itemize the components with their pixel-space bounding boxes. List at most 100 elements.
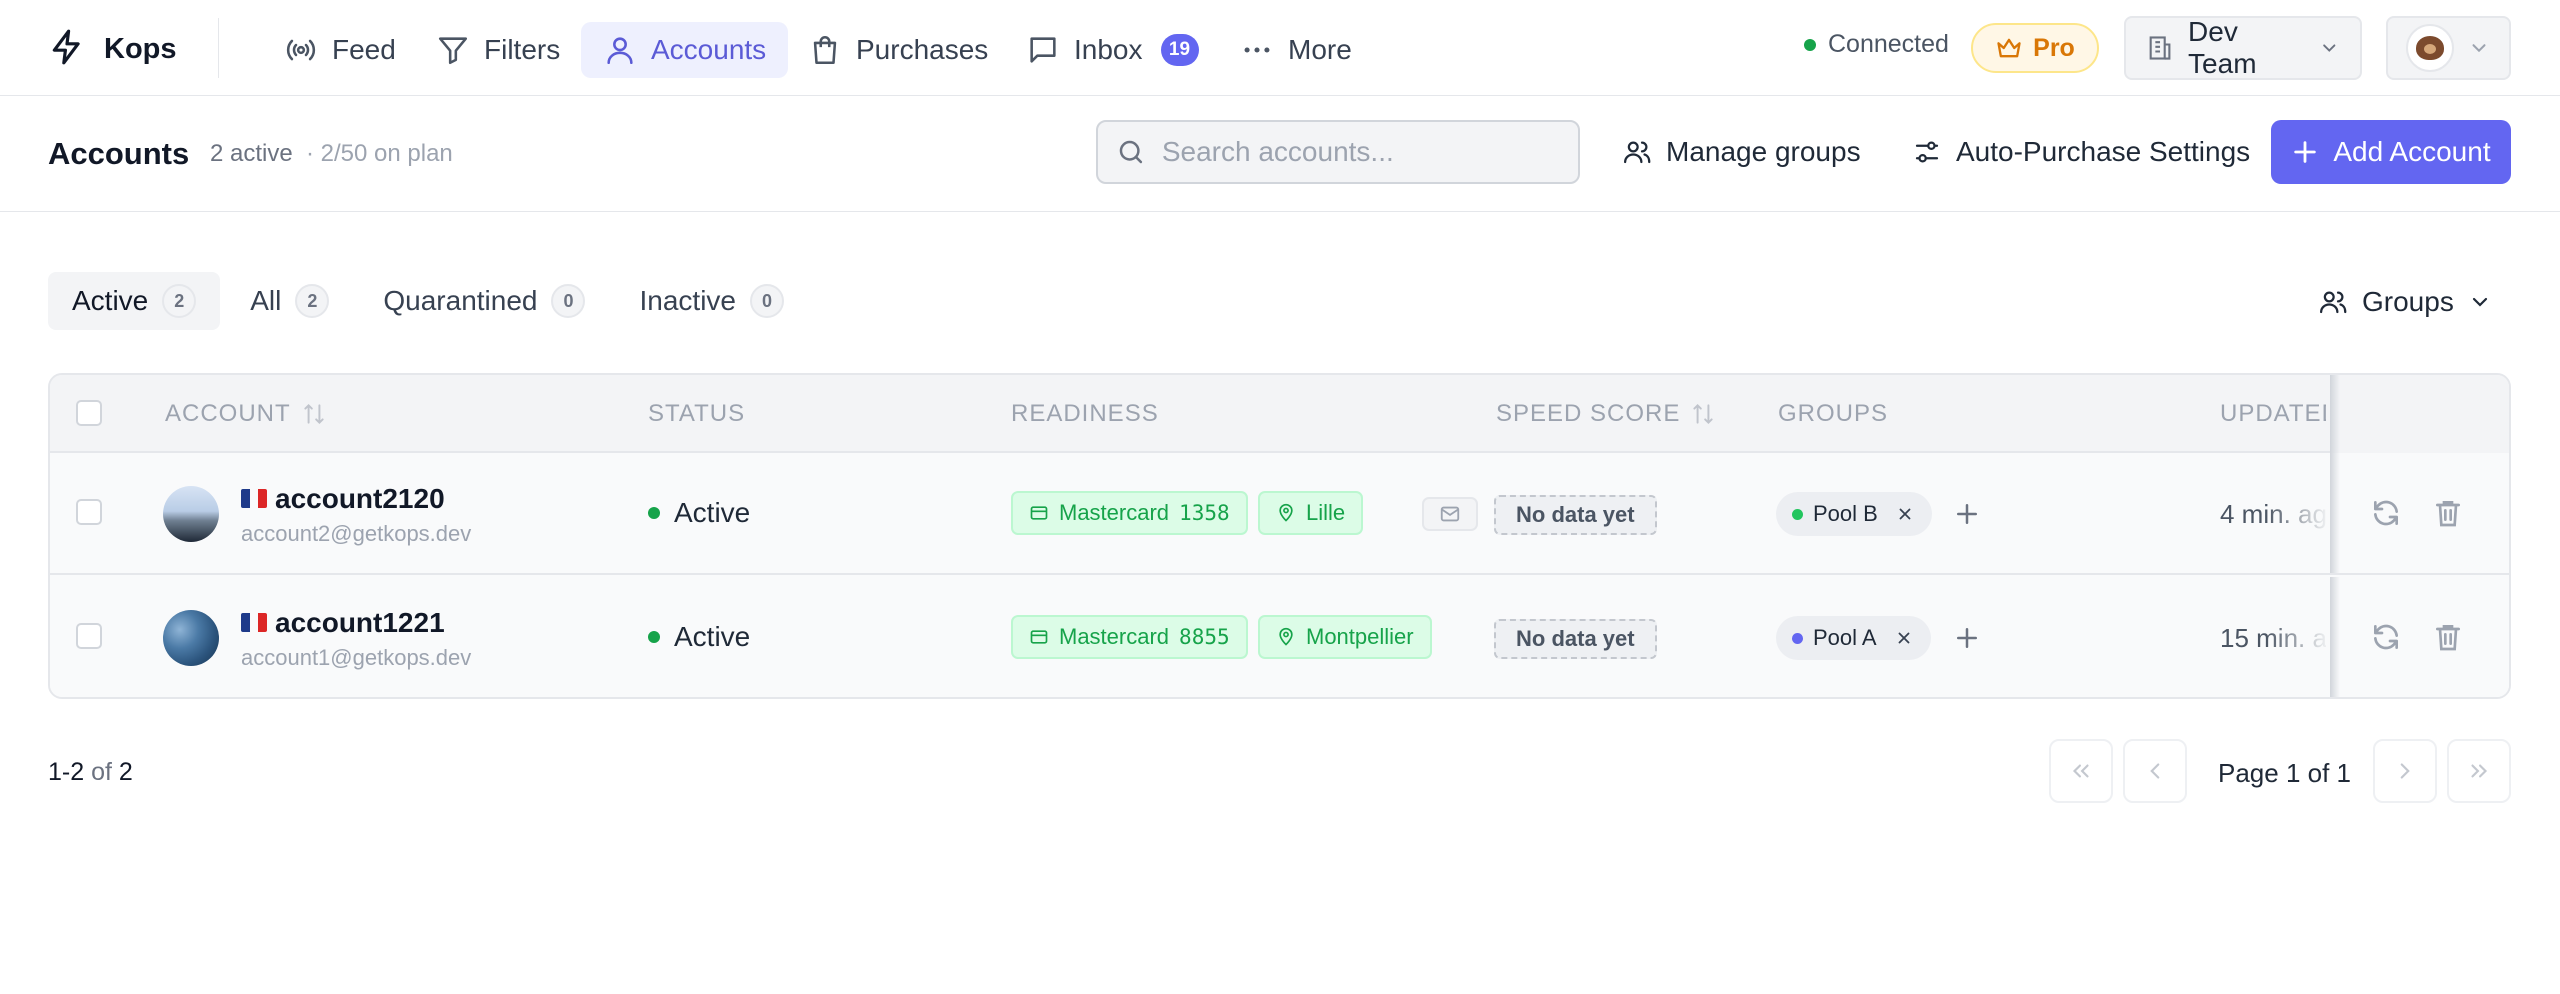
add-account-button[interactable]: Add Account [2271,120,2511,184]
add-group-icon[interactable] [1952,499,1982,529]
status-label: Active [674,621,751,652]
row-checkbox[interactable] [76,623,102,649]
group-label: Pool A [1813,625,1877,650]
users-icon [1624,141,1651,164]
sliders-icon [1915,141,1939,163]
account-name[interactable]: account2120 [275,483,445,515]
close-icon[interactable] [1896,505,1914,523]
refresh-icon[interactable] [2370,497,2402,529]
location-chip[interactable]: Lille [1258,491,1364,535]
previous-page-button[interactable] [2123,739,2187,803]
location-chip[interactable]: Montpellier [1258,615,1432,659]
nav-item-accounts[interactable]: Accounts [581,22,789,78]
auto-purchase-settings-button[interactable]: Auto-Purchase Settings [1912,120,2250,184]
tab-count-badge: 2 [295,284,330,318]
page-indicator: Page 1 of 1 [2218,758,2351,788]
tab-all[interactable]: All 2 [226,272,353,330]
column-header-updated: UPDATED [2220,375,2326,453]
nav-item-label: Filters [484,34,561,65]
email-chip[interactable] [1422,497,1478,531]
nav-item-label: Feed [332,34,396,65]
account-name[interactable]: account1221 [275,607,445,639]
column-label: GROUPS [1778,400,1889,427]
chevron-left-icon [2150,763,2160,779]
avatar [2406,24,2454,72]
next-page-button[interactable] [2373,739,2437,803]
active-count: 2 active [210,140,293,167]
group-tag[interactable]: Pool A [1776,616,1931,660]
overflow-fade [2266,617,2330,657]
table-row[interactable]: account2120 account2@getkops.dev Active … [50,453,2509,575]
refresh-icon[interactable] [2370,621,2402,653]
column-header-account[interactable]: ACCOUNT [165,375,327,453]
nav-item-purchases[interactable]: Purchases [786,22,1010,78]
row-actions [2330,453,2509,573]
map-pin-icon [1279,503,1293,522]
pro-badge[interactable]: Pro [1971,23,2099,73]
status-label: Active [674,497,751,528]
column-header-speed-score[interactable]: SPEED SCORE [1496,375,1716,453]
groups-filter-dropdown[interactable]: Groups [2318,280,2492,324]
status-tabs: Active 2 All 2 Quarantined 0 Inactive 0 [48,272,814,330]
row-checkbox[interactable] [76,499,102,525]
overflow-fade [2266,493,2330,533]
card-chip[interactable]: Mastercard 8855 [1011,615,1248,659]
search-input[interactable] [1161,136,1560,168]
group-tag[interactable]: Pool B [1776,492,1932,536]
search-box[interactable] [1096,120,1580,184]
nav-item-label: More [1288,34,1352,65]
credit-card-icon [1030,506,1048,520]
first-page-button[interactable] [2049,739,2113,803]
app-name: Kops [104,33,177,65]
page-header: Accounts 2 active · 2/50 on plan Manage … [0,96,2560,212]
funnel-icon [438,37,468,65]
tab-count-badge: 0 [551,284,586,318]
account-avatar [163,486,219,542]
tab-label: All [250,285,282,316]
chevron-down-icon [2472,44,2486,53]
column-label: UPDATED [2220,400,2326,427]
column-label: STATUS [648,400,746,427]
manage-groups-button[interactable]: Manage groups [1622,120,1861,184]
group-color-dot [1792,508,1803,520]
nav-item-more[interactable]: More [1218,22,1374,78]
map-pin-icon [1279,627,1293,646]
brand[interactable]: Kops [48,28,177,71]
card-chip[interactable]: Mastercard 1358 [1011,491,1248,535]
range-total: 2 [118,758,133,786]
groups-filter-label: Groups [2362,286,2454,317]
chevron-down-icon [2323,44,2336,52]
accounts-table: ACCOUNT STATUS READINESS SPEED SCORE GRO… [48,373,2511,699]
close-icon[interactable] [1895,629,1913,647]
add-group-icon[interactable] [1952,623,1982,653]
team-switcher[interactable]: Dev Team [2124,16,2362,80]
nav-item-feed[interactable]: Feed [262,22,418,78]
card-last4: 8855 [1179,625,1230,649]
shopping-bag-icon [813,35,837,65]
nav-item-filters[interactable]: Filters [414,22,582,78]
nav-item-inbox[interactable]: Inbox 19 [1004,22,1221,78]
manage-groups-label: Manage groups [1666,136,1861,167]
chevron-down-icon [2472,297,2487,307]
select-all-checkbox[interactable] [76,400,102,426]
top-navigation: Kops Feed Filters Accounts Purchases Inb… [0,0,2560,96]
connection-status: Connected [1804,30,1949,59]
auto-purchase-label: Auto-Purchase Settings [1956,136,2251,167]
tab-inactive[interactable]: Inactive 0 [615,272,808,330]
tab-active[interactable]: Active 2 [48,272,221,330]
sort-icon [304,403,324,425]
last-page-button[interactable] [2447,739,2511,803]
chevrons-left-icon [2072,764,2089,778]
tab-count-badge: 0 [749,284,784,318]
plus-icon [2294,141,2317,163]
table-row[interactable]: account1221 account1@getkops.dev Active … [50,577,2509,697]
crown-icon [1997,38,2021,58]
tab-quarantined[interactable]: Quarantined 0 [359,272,609,330]
search-icon [1119,140,1143,164]
trash-icon[interactable] [2432,497,2464,529]
user-menu-button[interactable] [2386,16,2511,80]
account-avatar [163,610,219,666]
speed-score-badge: No data yet [1494,619,1657,659]
trash-icon[interactable] [2432,621,2464,653]
speed-score-badge: No data yet [1494,495,1657,535]
